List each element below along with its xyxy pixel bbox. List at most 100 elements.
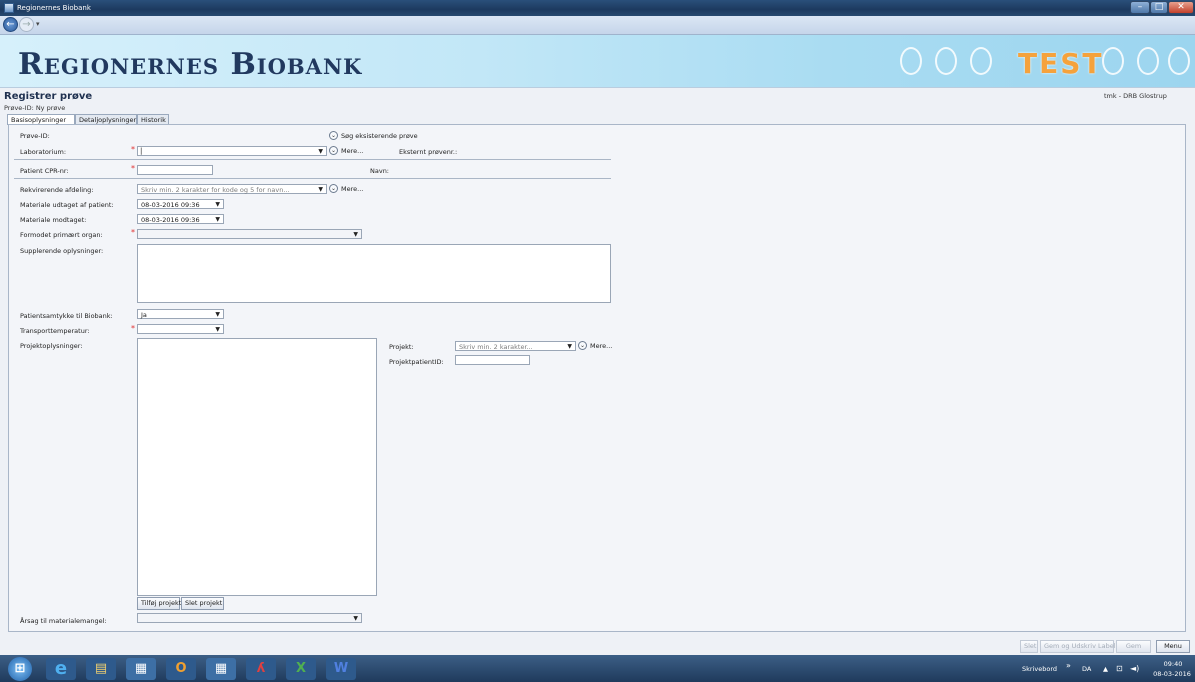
materiale-modtaget-value: 08-03-2016 09:36 [141, 216, 200, 224]
laboratorium-mere-link[interactable]: Mere... [341, 147, 363, 155]
user-info: tmk - DRB Glostrup [1104, 92, 1167, 100]
aarsag-select[interactable]: ▼ [137, 613, 362, 623]
back-arrow-icon[interactable]: ← [3, 17, 18, 32]
materiale-modtaget-label: Materiale modtaget: [20, 216, 87, 224]
menu-button[interactable]: Menu [1156, 640, 1190, 653]
dna-helix-icon [900, 47, 922, 75]
gem-og-udskriv-labels-button[interactable]: Gem og Udskriv Labels [1040, 640, 1119, 653]
biobank-app-icon[interactable]: ▦ [206, 658, 236, 680]
chevron-down-icon[interactable]: ⌄ [329, 184, 338, 193]
gem-button[interactable]: Gem [1116, 640, 1151, 653]
test-environment-label: TEST [1018, 47, 1104, 80]
dna-helix-icon [935, 47, 957, 75]
page-subtitle: Prøve-ID: Ny prøve [4, 104, 66, 112]
close-button[interactable]: ✕ [1168, 1, 1194, 14]
projekt-mere-link[interactable]: Mere... [590, 342, 612, 350]
internet-explorer-icon[interactable]: e [46, 658, 76, 680]
supplerende-label: Supplerende oplysninger: [20, 247, 104, 255]
chevron-down-icon[interactable]: ⌄ [578, 341, 587, 350]
materiale-modtaget-datetime[interactable]: 08-03-2016 09:36 ▼ [137, 214, 224, 224]
patientsamtykke-select[interactable]: Ja ▼ [137, 309, 224, 319]
required-marker: * [131, 228, 135, 237]
materiale-udtaget-value: 08-03-2016 09:36 [141, 201, 200, 209]
projekt-select[interactable]: Skriv min. 2 karakter... ▼ [455, 341, 576, 351]
language-indicator[interactable]: DA [1082, 665, 1091, 673]
patientsamtykke-value: Ja [141, 311, 147, 319]
supplerende-textarea[interactable] [137, 244, 611, 303]
clock-date[interactable]: 08-03-2016 [1152, 670, 1192, 678]
maximize-button[interactable]: □ [1150, 1, 1168, 14]
dropdown-arrow-icon: ▼ [318, 148, 323, 155]
required-marker: * [131, 324, 135, 333]
projekt-placeholder: Skriv min. 2 karakter... [459, 343, 533, 351]
aarsag-label: Årsag til materialemangel: [20, 617, 107, 625]
chevron-down-icon[interactable]: ⌄ [329, 131, 338, 140]
acrobat-icon[interactable]: ʎ [246, 658, 276, 680]
toolbar-expand-icon[interactable]: » [1066, 661, 1071, 670]
eksternt-provenr-label: Eksternt prøvenr.: [399, 148, 458, 156]
dropdown-arrow-icon: ▼ [215, 201, 220, 208]
dropdown-arrow-icon: ▼ [353, 231, 358, 238]
required-marker: * [131, 164, 135, 173]
materiale-udtaget-label: Materiale udtaget af patient: [20, 201, 114, 209]
page-title: Registrer prøve [4, 91, 93, 102]
navn-label: Navn: [370, 167, 390, 175]
folder-icon[interactable]: ▤ [86, 658, 116, 680]
start-button-icon[interactable]: ⊞ [8, 657, 32, 681]
formodet-organ-label: Formodet primært organ: [20, 231, 103, 239]
tilfoj-projekt-button[interactable]: Tilføj projekt [137, 597, 181, 610]
rekvirerende-afdeling-select[interactable]: Skriv min. 2 karakter for kode og 5 for … [137, 184, 327, 194]
dropdown-arrow-icon: ▼ [215, 216, 220, 223]
minimize-button[interactable]: – [1130, 1, 1150, 14]
excel-icon[interactable]: X [286, 658, 316, 680]
patientsamtykke-label: Patientsamtykke til Biobank: [20, 312, 113, 320]
laboratorium-label: Laboratorium: [20, 148, 67, 156]
cpr-input[interactable] [137, 165, 213, 175]
dropdown-arrow-icon: ▼ [215, 311, 220, 318]
chevron-down-icon[interactable]: ⌄ [329, 146, 338, 155]
window-title: Regionernes Biobank [17, 4, 91, 12]
dropdown-arrow-icon: ▼ [567, 343, 572, 350]
formodet-organ-select[interactable]: ▼ [137, 229, 362, 239]
rekvirerende-placeholder: Skriv min. 2 karakter for kode og 5 for … [141, 186, 290, 194]
brand-title: Regionernes Biobank [18, 47, 363, 82]
forward-arrow-icon[interactable]: → [19, 17, 34, 32]
divider [14, 178, 611, 179]
dna-helix-icon [1102, 47, 1124, 75]
network-icon[interactable]: ⊡ [1116, 664, 1123, 673]
window-title-bar: Regionernes Biobank – □ ✕ [0, 0, 1195, 16]
laboratorium-select[interactable]: | ▼ [137, 146, 327, 156]
prove-id-label: Prøve-ID: [20, 132, 50, 140]
clock-time[interactable]: 09:40 [1158, 660, 1188, 668]
desktop-toolbar-label[interactable]: Skrivebord [1022, 665, 1057, 673]
word-icon[interactable]: W [326, 658, 356, 680]
app-icon [4, 3, 14, 13]
biobank-app-icon[interactable]: ▦ [126, 658, 156, 680]
history-dropdown-icon[interactable]: ▾ [36, 20, 40, 28]
slet-projekt-button[interactable]: Slet projekt [181, 597, 224, 610]
page-header: Registrer prøve Prøve-ID: Ny prøve tmk -… [0, 88, 1195, 116]
projektpatientid-label: ProjektpatientID: [389, 358, 444, 366]
transporttemperatur-label: Transporttemperatur: [20, 327, 90, 335]
dna-helix-icon [970, 47, 992, 75]
materiale-udtaget-datetime[interactable]: 08-03-2016 09:36 ▼ [137, 199, 224, 209]
tab-historik[interactable]: Historik [137, 114, 169, 124]
dropdown-arrow-icon: ▼ [215, 326, 220, 333]
volume-icon[interactable]: ◄) [1130, 664, 1139, 673]
projektpatientid-input[interactable] [455, 355, 530, 365]
projekt-list[interactable] [137, 338, 377, 596]
dna-helix-icon [1168, 47, 1190, 75]
slet-button[interactable]: Slet [1020, 640, 1038, 653]
projekt-label: Projekt: [389, 343, 414, 351]
tab-detaljoplysninger[interactable]: Detaljoplysninger [75, 114, 137, 124]
outlook-icon[interactable]: O [166, 658, 196, 680]
dropdown-arrow-icon: ▼ [318, 186, 323, 193]
header-banner: Regionernes Biobank TEST [0, 35, 1195, 88]
dropdown-arrow-icon: ▼ [353, 615, 358, 622]
transporttemperatur-select[interactable]: ▼ [137, 324, 224, 334]
search-existing-link[interactable]: Søg eksisterende prøve [341, 132, 418, 140]
dna-helix-icon [1137, 47, 1159, 75]
rekvirerende-mere-link[interactable]: Mere... [341, 185, 363, 193]
tray-expand-icon[interactable]: ▲ [1103, 665, 1108, 673]
divider [14, 159, 611, 160]
